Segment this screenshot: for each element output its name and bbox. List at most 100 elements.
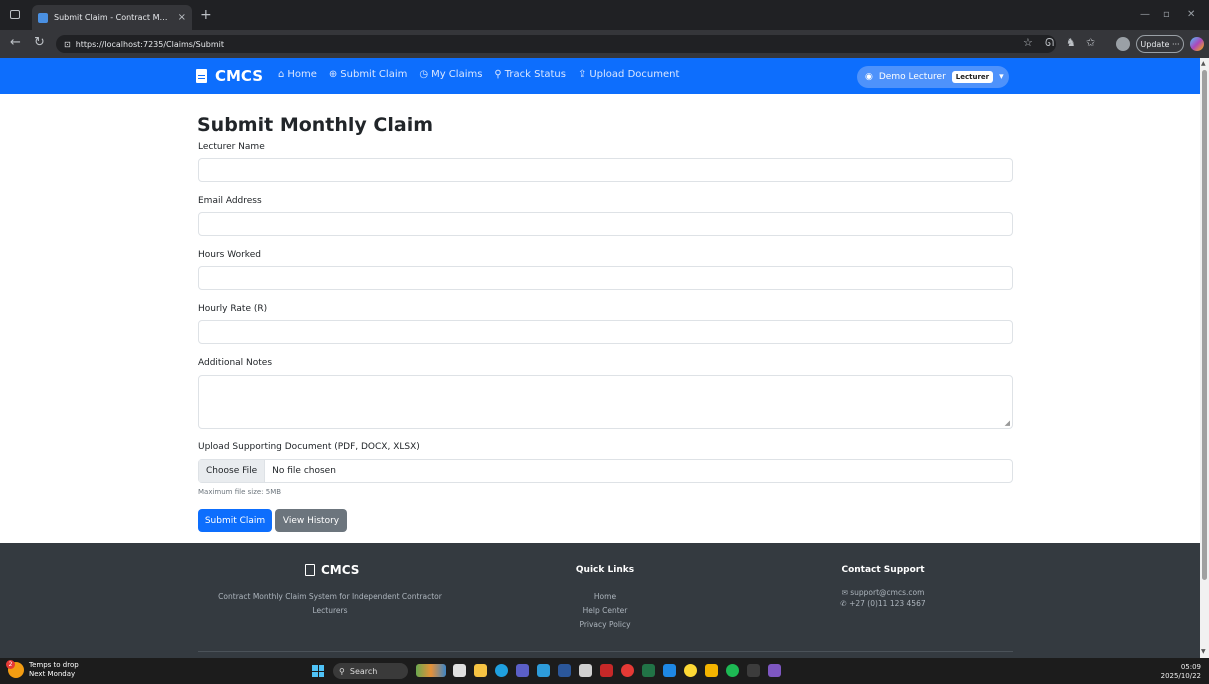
user-name: Demo Lecturer [878,72,946,82]
claim-form-section: Submit Monthly Claim Lecturer Name Email… [0,94,1200,543]
lecturer-name-input[interactable] [198,158,1013,182]
user-circle-icon: ◉ [865,72,873,82]
taskbar-search-label: Search [349,666,378,676]
hourly-rate-input[interactable] [198,320,1013,344]
tab-actions-icon[interactable] [10,10,20,19]
choose-file-button[interactable]: Choose File [199,460,266,482]
extension-icon[interactable]: ᘏ [1045,36,1054,50]
terminal-icon[interactable] [747,664,760,677]
favorite-star-icon[interactable]: ☆ [1023,36,1033,49]
start-button-icon[interactable] [312,665,324,677]
copilot-app-icon[interactable] [537,664,550,677]
footer-link-help-center[interactable]: Help Center [550,604,660,618]
tab-close-icon[interactable]: × [178,12,186,23]
quick-links-list: Home Help Center Privacy Policy [550,590,660,632]
contact-phone-text: +27 (0)11 123 4567 [849,599,926,608]
nav-link-label: Submit Claim [340,69,408,80]
footer-link-home[interactable]: Home [550,590,660,604]
footer-link-privacy-policy[interactable]: Privacy Policy [550,618,660,632]
excel-icon[interactable] [642,664,655,677]
browser-essentials-icon[interactable]: ♞ [1066,36,1076,49]
file-explorer-icon[interactable] [474,664,487,677]
paint-icon[interactable] [705,664,718,677]
nav-link-label: Track Status [504,69,566,80]
contact-support-heading: Contact Support [841,565,925,575]
email-label: Email Address [198,196,262,206]
brand-logo[interactable]: CMCS [196,67,263,85]
clock-time: 05:09 [1180,663,1201,671]
phone-icon: ✆ [840,599,847,608]
word-icon[interactable] [558,664,571,677]
hours-input[interactable] [198,266,1013,290]
search-icon: ⚲ [339,666,345,676]
nav-link-label: Home [287,69,317,80]
weather-subline: Next Monday [29,670,76,678]
new-tab-icon[interactable]: + [200,7,212,23]
footer-brand-text: CMCS [321,563,360,577]
contact-info: ✉ support@cmcs.com ✆ +27 (0)11 123 4567 [808,587,958,609]
taskbar-search[interactable]: ⚲ Search [333,663,408,679]
file-status-text: No file chosen [272,466,336,476]
email-input[interactable] [198,212,1013,236]
weather-badge: 2 [6,660,15,669]
teams-icon[interactable] [516,664,529,677]
hourly-rate-label: Hourly Rate (R) [198,304,268,314]
role-badge: Lecturer [951,71,994,83]
notes-app-icon[interactable] [684,664,697,677]
contact-phone: ✆ +27 (0)11 123 4567 [808,598,958,609]
spotify-icon[interactable] [726,664,739,677]
window-close-icon[interactable]: ✕ [1187,9,1195,20]
back-icon[interactable]: ← [10,35,21,50]
widgets-icon[interactable] [416,664,446,677]
browser-tab[interactable]: Submit Claim - Contract Monthly × [32,5,192,30]
file-input[interactable]: Choose File No file chosen [198,459,1013,483]
chrome-icon[interactable] [621,664,634,677]
nav-links: ⌂ Home ⊕ Submit Claim ◷ My Claims ⚲ Trac… [278,69,679,80]
nav-upload-document[interactable]: ⇪ Upload Document [578,69,679,80]
copilot-icon[interactable] [1190,37,1204,51]
edge-icon[interactable] [495,664,508,677]
footer-divider [198,651,1013,652]
page-scrollbar[interactable]: ▲ ▼ [1200,58,1209,658]
weather-headline: Temps to drop [29,661,79,669]
submit-claim-button[interactable]: Submit Claim [198,509,272,532]
upload-label: Upload Supporting Document (PDF, DOCX, X… [198,442,420,452]
app-navbar: CMCS ⌂ Home ⊕ Submit Claim ◷ My Claims ⚲… [0,58,1200,94]
store-icon[interactable] [579,664,592,677]
address-bar[interactable]: ⊡ https://localhost:7235/Claims/Submit [56,35,1056,53]
tab-title: Submit Claim - Contract Monthly [54,13,172,22]
visual-studio-icon[interactable] [768,664,781,677]
nav-home[interactable]: ⌂ Home [278,69,317,80]
update-button[interactable]: Update ··· [1136,35,1184,53]
footer-description: Contract Monthly Claim System for Indepe… [218,592,442,615]
system-clock[interactable]: 05:09 2025/10/22 [1161,663,1201,681]
favorites-icon[interactable]: ✩ [1086,36,1095,49]
weather-widget[interactable]: 2 Temps to drop Next Monday [6,660,79,679]
view-history-button[interactable]: View History [275,509,347,532]
lecturer-name-label: Lecturer Name [198,142,265,152]
clock-date: 2025/10/22 [1160,672,1201,680]
tab-favicon-icon [38,12,48,23]
scroll-down-icon[interactable]: ▼ [1201,648,1206,655]
scroll-up-icon[interactable]: ▲ [1201,60,1206,67]
windows-taskbar: 2 Temps to drop Next Monday ⚲ Search 05:… [0,658,1209,684]
nav-track-status[interactable]: ⚲ Track Status [494,69,566,80]
security-app-icon[interactable] [600,664,613,677]
notes-textarea[interactable]: ◢ [198,375,1013,429]
minimize-icon[interactable]: — [1140,9,1150,20]
maximize-icon[interactable]: ▫ [1163,9,1170,20]
profile-icon[interactable] [1116,37,1130,51]
launcher-icon[interactable] [663,664,676,677]
user-menu-dropdown[interactable]: ◉ Demo Lecturer Lecturer ▾ [857,66,1009,88]
nav-link-label: My Claims [431,69,483,80]
scrollbar-thumb[interactable] [1202,70,1207,580]
nav-my-claims[interactable]: ◷ My Claims [419,69,482,80]
brand-text: CMCS [215,67,264,85]
home-icon: ⌂ [278,69,285,80]
refresh-icon[interactable]: ↻ [34,35,45,50]
task-view-icon[interactable] [453,664,466,677]
nav-submit-claim[interactable]: ⊕ Submit Claim [329,69,407,80]
resize-handle-icon[interactable]: ◢ [1005,419,1010,427]
page-info-icon[interactable]: ⊡ [64,40,71,49]
contact-email[interactable]: ✉ support@cmcs.com [808,587,958,598]
